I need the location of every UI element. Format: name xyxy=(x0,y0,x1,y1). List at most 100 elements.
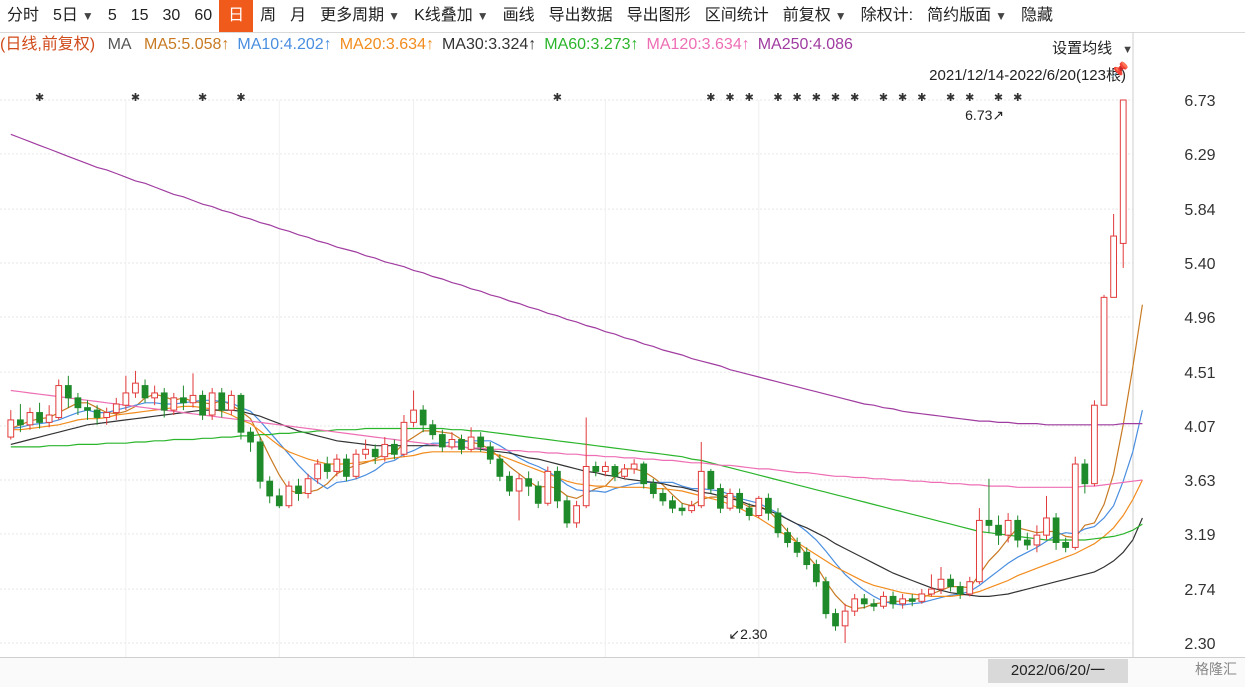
candle-body xyxy=(112,403,120,414)
candle-body xyxy=(851,598,859,612)
candle-body xyxy=(947,578,954,588)
candle-body xyxy=(64,385,72,399)
event-marker-icon: ✱ xyxy=(773,91,782,104)
candle-body xyxy=(1091,404,1098,485)
candle-body xyxy=(160,392,168,411)
candle-body xyxy=(323,463,331,472)
candle-body xyxy=(93,409,101,418)
candle-body xyxy=(1014,519,1022,541)
low-annotation: ↙2.30 xyxy=(728,626,767,642)
y-tick-label: 3.63 xyxy=(1184,473,1215,490)
candle-body xyxy=(582,465,590,507)
candle-body xyxy=(362,448,369,455)
candle-body xyxy=(573,505,580,524)
candle-body xyxy=(496,458,504,477)
candle-body xyxy=(227,394,235,411)
y-tick-label: 2.74 xyxy=(1184,582,1215,599)
candle-body xyxy=(1062,541,1070,548)
event-marker-icon: ✱ xyxy=(35,91,44,104)
y-tick-label: 5.40 xyxy=(1184,256,1215,273)
candle-body xyxy=(889,595,897,605)
candle-body xyxy=(995,524,1002,536)
candle-body xyxy=(352,453,360,477)
current-date-badge: 2022/06/20/一 xyxy=(988,659,1128,683)
candle-body xyxy=(1119,99,1127,244)
candle-body xyxy=(1100,296,1108,406)
y-tick-label: 6.73 xyxy=(1184,93,1215,110)
candle-body xyxy=(880,595,887,607)
candle-body xyxy=(285,485,293,507)
event-marker-icon: ✱ xyxy=(831,91,840,104)
candle-body xyxy=(688,505,696,512)
candlestick-chart[interactable]: 6.73 6.29 5.84 5.40 4.96 4.51 4.07 3.63 3.19 2.74… xyxy=(0,0,1245,686)
candle-body xyxy=(611,465,619,477)
candle-body xyxy=(525,478,533,487)
candle-body xyxy=(937,578,945,590)
candle-body xyxy=(448,439,456,448)
candle-body xyxy=(640,463,648,485)
candle-body xyxy=(84,407,91,411)
candle-body xyxy=(400,421,408,455)
candle-body xyxy=(621,468,628,477)
candle-body xyxy=(1004,519,1012,536)
candle-body xyxy=(707,470,715,490)
candle-body xyxy=(592,465,600,472)
candle-body xyxy=(678,507,686,512)
candle-body xyxy=(266,480,274,497)
candle-body xyxy=(180,397,187,404)
candle-body xyxy=(765,497,772,514)
candle-body xyxy=(7,419,15,438)
candle-body xyxy=(793,541,801,553)
candle-body xyxy=(1043,517,1050,536)
candle-body xyxy=(170,397,178,411)
candle-body xyxy=(601,465,609,472)
candle-body xyxy=(956,586,964,595)
candle-body xyxy=(822,581,830,615)
event-marker-icon: ✱ xyxy=(793,91,802,104)
candle-body xyxy=(774,512,782,534)
candle-body xyxy=(343,458,350,477)
candle-body xyxy=(832,613,839,627)
candle-body xyxy=(649,483,657,494)
candle-body xyxy=(419,409,427,426)
candle-body xyxy=(736,492,743,509)
candle-body xyxy=(189,394,197,404)
event-marker-icon: ✱ xyxy=(946,91,955,104)
event-marker-icon: ✱ xyxy=(994,91,1003,104)
candle-body xyxy=(659,492,667,502)
candle-body xyxy=(74,397,82,409)
candle-body xyxy=(1081,463,1089,485)
y-tick-label: 6.29 xyxy=(1184,147,1215,164)
event-marker-icon: ✱ xyxy=(898,91,907,104)
candle-body xyxy=(870,603,878,607)
y-tick-label: 3.19 xyxy=(1184,527,1215,544)
event-marker-icon: ✱ xyxy=(850,91,859,104)
candle-body xyxy=(784,532,791,543)
y-tick-label: 4.96 xyxy=(1184,310,1215,327)
event-marker-icon: ✱ xyxy=(965,91,974,104)
candle-body xyxy=(717,488,724,509)
candle-body xyxy=(256,441,264,482)
candle-body xyxy=(199,394,206,416)
candle-body xyxy=(918,593,926,602)
candle-body xyxy=(985,519,993,526)
event-marker-icon: ✱ xyxy=(745,91,754,104)
candle-body xyxy=(247,431,254,443)
event-marker-icon: ✱ xyxy=(131,91,140,104)
candle-body xyxy=(26,412,34,426)
candle-body xyxy=(1023,539,1031,546)
candle-body xyxy=(1071,463,1079,548)
candle-body xyxy=(141,385,149,399)
candle-body xyxy=(841,610,849,627)
candle-body xyxy=(563,500,571,524)
candle-body xyxy=(208,392,216,416)
candle-body xyxy=(218,392,226,411)
candle-body xyxy=(1052,517,1060,543)
candle-body xyxy=(371,448,379,458)
candle-body xyxy=(275,495,283,507)
candle-body xyxy=(515,478,523,492)
candle-body xyxy=(55,385,63,418)
candle-body xyxy=(467,436,475,450)
candle-body xyxy=(726,492,734,509)
event-marker-icon: ✱ xyxy=(236,91,245,104)
